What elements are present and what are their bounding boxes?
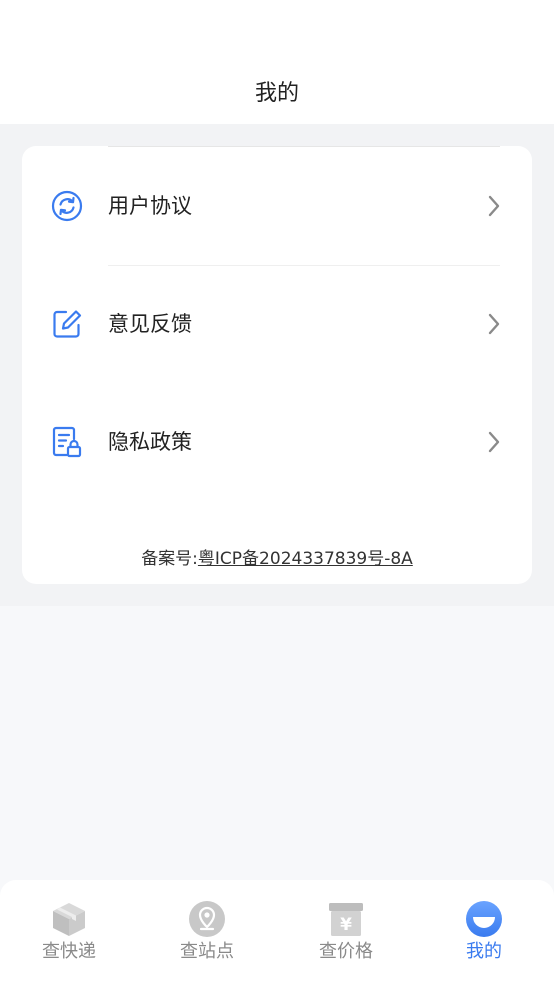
tab-check-price[interactable]: ¥ 查价格: [277, 880, 415, 984]
chevron-right-icon: [488, 431, 500, 453]
filing-prefix: 备案号:: [141, 549, 198, 569]
bottom-tab-bar: 查快递 查站点 ¥ 查价格 我的: [0, 880, 554, 984]
refresh-circle-icon: [51, 190, 83, 222]
menu-item-privacy-policy[interactable]: 隐私政策: [22, 383, 532, 501]
edit-icon: [53, 310, 82, 338]
page-title: 我的: [254, 81, 299, 106]
chevron-right-icon: [488, 313, 500, 335]
tab-profile[interactable]: 我的: [415, 880, 553, 984]
menu-item-label: 意见反馈: [108, 312, 192, 336]
chevron-right-icon: [488, 195, 500, 217]
price-box-icon: ¥: [329, 903, 363, 936]
location-pin-icon: [189, 901, 225, 937]
filing-number-link[interactable]: 粤ICP备2024337839号-8A: [198, 549, 413, 569]
menu-item-feedback[interactable]: 意见反馈: [22, 265, 532, 383]
profile-icon: [466, 901, 502, 937]
menu-card: 用户协议 意见反馈 隐私政策 备案号:粤ICP备2024337839号-8A: [22, 146, 532, 584]
package-icon: [53, 903, 85, 936]
tab-label: 查快递: [42, 941, 96, 962]
header: 我的: [0, 0, 554, 124]
tab-label: 查站点: [180, 941, 234, 962]
icp-filing: 备案号:粤ICP备2024337839号-8A: [22, 544, 532, 569]
menu-item-label: 用户协议: [108, 194, 192, 218]
document-lock-icon: [52, 426, 82, 458]
tab-track-package[interactable]: 查快递: [0, 880, 138, 984]
svg-text:¥: ¥: [340, 915, 352, 935]
menu-item-user-agreement[interactable]: 用户协议: [22, 147, 532, 265]
menu-item-label: 隐私政策: [108, 430, 192, 454]
tab-label: 我的: [466, 941, 502, 962]
tab-find-station[interactable]: 查站点: [138, 880, 276, 984]
tab-label: 查价格: [319, 941, 373, 962]
